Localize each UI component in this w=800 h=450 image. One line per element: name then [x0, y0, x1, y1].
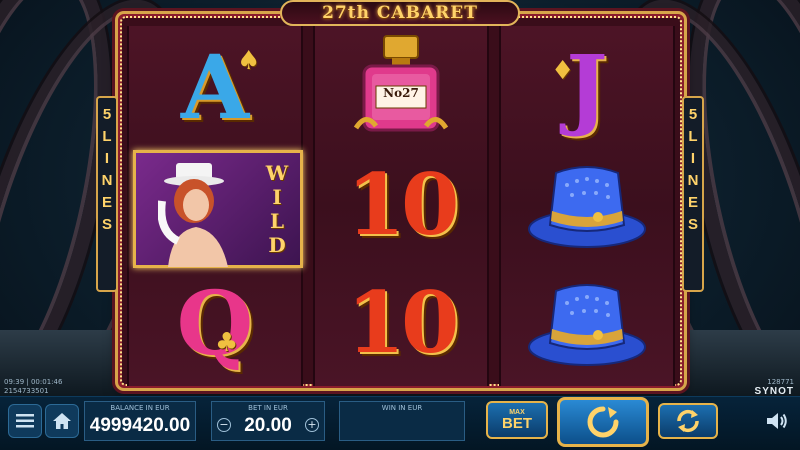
home-button[interactable] [45, 404, 79, 438]
session-id: 2154733501 [4, 387, 49, 395]
wild-char: D [268, 233, 286, 257]
lines-char: L [102, 128, 112, 145]
balance-display: BALANCE IN EUR 4999420.00 [84, 401, 196, 441]
lines-char: S [687, 216, 698, 233]
reel-2: No27 10 10 [313, 26, 489, 386]
balance-label: BALANCE IN EUR [110, 404, 170, 412]
sound-icon [767, 413, 787, 429]
win-display: WIN IN EUR [339, 401, 465, 441]
lines-char: E [101, 194, 112, 211]
bet-decrease-button[interactable]: − [217, 418, 231, 432]
wild-char: I [272, 185, 282, 209]
perfume-label: No27 [383, 86, 419, 100]
wild-char: L [269, 209, 285, 233]
lines-indicator-right: 5 L I N E S [682, 96, 704, 292]
brand-logo: SYNOT [754, 386, 794, 397]
spade-icon: ♠ [237, 46, 261, 76]
win-label: WIN IN EUR [381, 404, 423, 412]
symbol-letter: 10 [346, 155, 460, 254]
cabaret-lady-icon [158, 163, 228, 267]
symbol-ten: 10 [315, 146, 487, 264]
symbol-letter: 10 [346, 273, 460, 372]
symbol-top-hat [501, 264, 673, 382]
symbol-queen: Q ♣ [129, 264, 301, 382]
top-hat-icon [528, 284, 646, 366]
bet-increase-button[interactable]: + [305, 418, 319, 432]
menu-button[interactable] [8, 404, 42, 438]
sound-button[interactable] [760, 404, 794, 438]
symbol-wild: W I L D [133, 150, 303, 268]
home-icon [53, 413, 71, 429]
autoplay-icon [677, 409, 699, 433]
wild-char: W [265, 161, 289, 185]
game-title: 27th CABARET [280, 0, 520, 26]
club-icon: ♣ [215, 328, 239, 358]
bet-display: BET IN EUR 20.00 − + [211, 401, 325, 441]
autoplay-button[interactable] [658, 403, 718, 439]
lines-char: 5 [102, 106, 112, 123]
lines-indicator-left: 5 L I N E S [96, 96, 118, 292]
lines-char: E [687, 194, 698, 211]
reel-3: J ♦ [499, 26, 675, 386]
lines-char: L [688, 128, 698, 145]
lines-char: I [104, 150, 110, 167]
max-bet-button[interactable]: MAX BET [486, 401, 548, 439]
symbol-ten: 10 [315, 264, 487, 382]
symbol-ace: A ♠ [129, 28, 301, 146]
lines-char: 5 [688, 106, 698, 123]
symbol-perfume: No27 [315, 28, 487, 146]
spin-icon [587, 406, 619, 438]
session-time: 09:39 | 00:01:46 [4, 378, 63, 386]
top-hat-icon [528, 166, 646, 248]
lines-char: S [101, 216, 112, 233]
balance-value: 4999420.00 [89, 415, 191, 436]
wild-label: W I L D [264, 161, 290, 257]
lines-char: I [690, 150, 696, 167]
symbol-top-hat [501, 146, 673, 264]
symbol-jack: J ♦ [501, 28, 673, 146]
diamond-icon: ♦ [551, 56, 575, 86]
round-info: 128771 SYNOT [754, 378, 794, 397]
lines-char: N [101, 172, 113, 189]
menu-icon [16, 414, 34, 428]
bet-label: BET IN EUR [248, 404, 288, 412]
lines-char: N [687, 172, 699, 189]
spin-button[interactable] [557, 397, 649, 447]
session-info: 09:39 | 00:01:46 2154733501 [4, 378, 62, 396]
game-title-text: 27th CABARET [322, 3, 478, 23]
max-bet-label: BET [502, 415, 532, 432]
